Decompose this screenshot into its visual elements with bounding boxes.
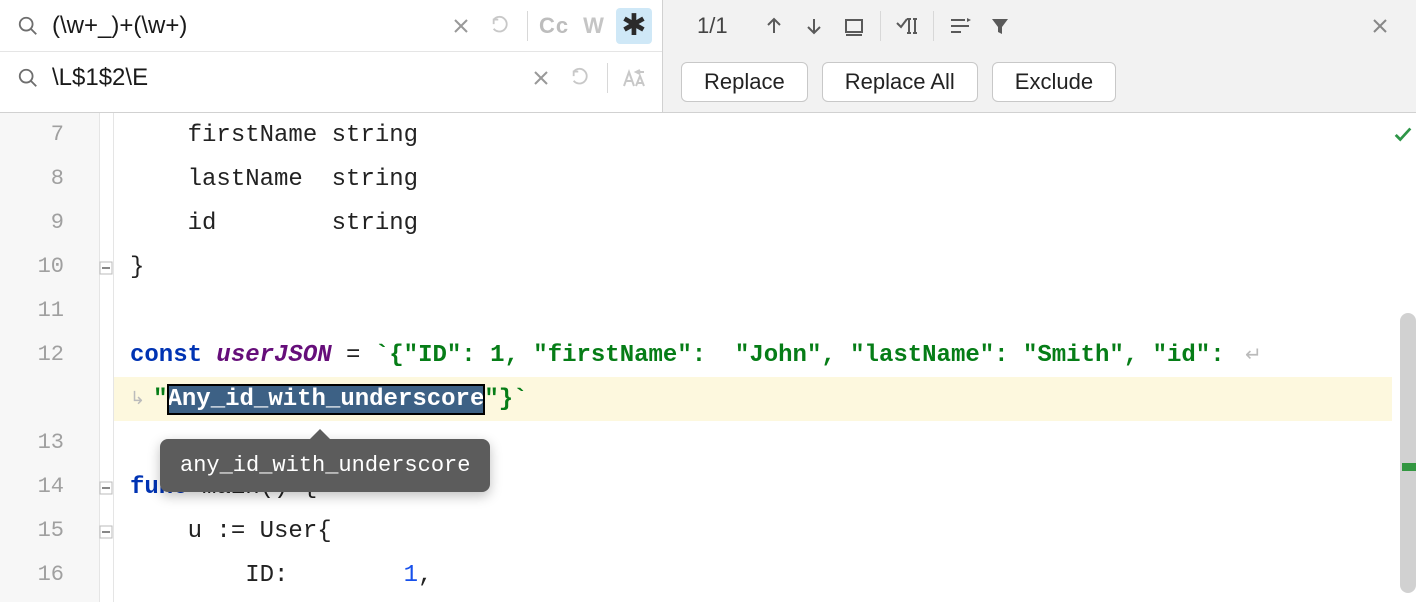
line-number: 10 (0, 245, 100, 289)
line-number: 7 (0, 113, 100, 157)
clear-find-icon[interactable] (443, 8, 479, 44)
no-errors-check-icon[interactable] (1392, 123, 1414, 150)
find-row: Cc W ✱ (0, 0, 662, 52)
fold-toggle-icon[interactable] (99, 481, 113, 495)
line-number: 15 (0, 509, 100, 553)
code-line[interactable]: firstName string (114, 113, 1392, 157)
code-area[interactable]: firstName string lastName string id stri… (114, 113, 1392, 602)
clear-replace-icon[interactable] (523, 60, 559, 96)
find-input[interactable] (52, 12, 441, 40)
replace-actions-row: Replace Replace All Exclude (663, 52, 1416, 112)
line-number: 16 (0, 553, 100, 597)
fold-gutter (100, 113, 114, 602)
code-line[interactable]: id string (114, 201, 1392, 245)
replace-preview-tooltip: any_id_with_underscore (160, 439, 490, 492)
code-line[interactable]: } (114, 245, 1392, 289)
select-all-occurrences-icon[interactable] (836, 8, 872, 44)
search-match-selected[interactable]: Any_id_with_underscore (168, 385, 485, 414)
line-number: 14 (0, 465, 100, 509)
replace-icon (16, 66, 40, 90)
history-find-icon[interactable] (483, 8, 519, 44)
replace-input[interactable] (52, 64, 521, 92)
match-case-toggle[interactable]: Cc (536, 8, 572, 44)
next-match-icon[interactable] (796, 8, 832, 44)
code-editor[interactable]: 7 8 9 10 11 12 13 14 15 16 firstName str… (0, 113, 1416, 602)
replace-button[interactable]: Replace (681, 62, 808, 102)
line-number: 8 (0, 157, 100, 201)
fold-toggle-icon[interactable] (99, 261, 113, 275)
regex-toggle[interactable]: ✱ (616, 8, 652, 44)
exclude-button[interactable]: Exclude (992, 62, 1116, 102)
find-replace-toolbar: Cc W ✱ 1/1 (0, 0, 1416, 113)
replace-row (0, 52, 662, 104)
tooltip-text: any_id_with_underscore (180, 453, 470, 478)
editor-status-gutter (1392, 113, 1416, 602)
close-panel-icon[interactable] (1362, 8, 1398, 44)
code-line[interactable]: lastName string (114, 157, 1392, 201)
search-icon (16, 14, 40, 38)
find-actions-panel: 1/1 (662, 0, 1416, 112)
toggle-in-selection-icon[interactable] (942, 8, 978, 44)
code-line[interactable]: const userJSON = `{"ID": 1, "firstName":… (114, 333, 1392, 377)
fold-toggle-icon[interactable] (99, 525, 113, 539)
line-number: 9 (0, 201, 100, 245)
match-count: 1/1 (671, 13, 754, 39)
wrap-continuation-icon: ↳ (130, 388, 145, 410)
line-number: 13 (0, 421, 100, 465)
separator (527, 11, 528, 41)
history-replace-icon[interactable] (563, 60, 599, 96)
line-number: 11 (0, 289, 100, 333)
soft-wrap-indicator-icon: ↵ (1245, 342, 1262, 368)
line-number: 12 (0, 333, 100, 377)
separator (933, 11, 934, 41)
vertical-scrollbar-thumb[interactable] (1400, 313, 1416, 593)
whole-word-toggle[interactable]: W (576, 8, 612, 44)
replace-all-button[interactable]: Replace All (822, 62, 978, 102)
prev-match-icon[interactable] (756, 8, 792, 44)
preserve-case-toggle[interactable] (616, 60, 652, 96)
code-line[interactable]: ID: 1, (114, 553, 1392, 597)
code-line[interactable] (114, 289, 1392, 333)
filter-icon[interactable] (982, 8, 1018, 44)
find-navigation-row: 1/1 (663, 0, 1416, 52)
find-replace-fields: Cc W ✱ (0, 0, 662, 112)
code-line[interactable]: u := User{ (114, 509, 1392, 553)
separator (880, 11, 881, 41)
gutter: 7 8 9 10 11 12 13 14 15 16 (0, 113, 100, 602)
add-selection-icon[interactable] (889, 8, 925, 44)
separator (607, 63, 608, 93)
